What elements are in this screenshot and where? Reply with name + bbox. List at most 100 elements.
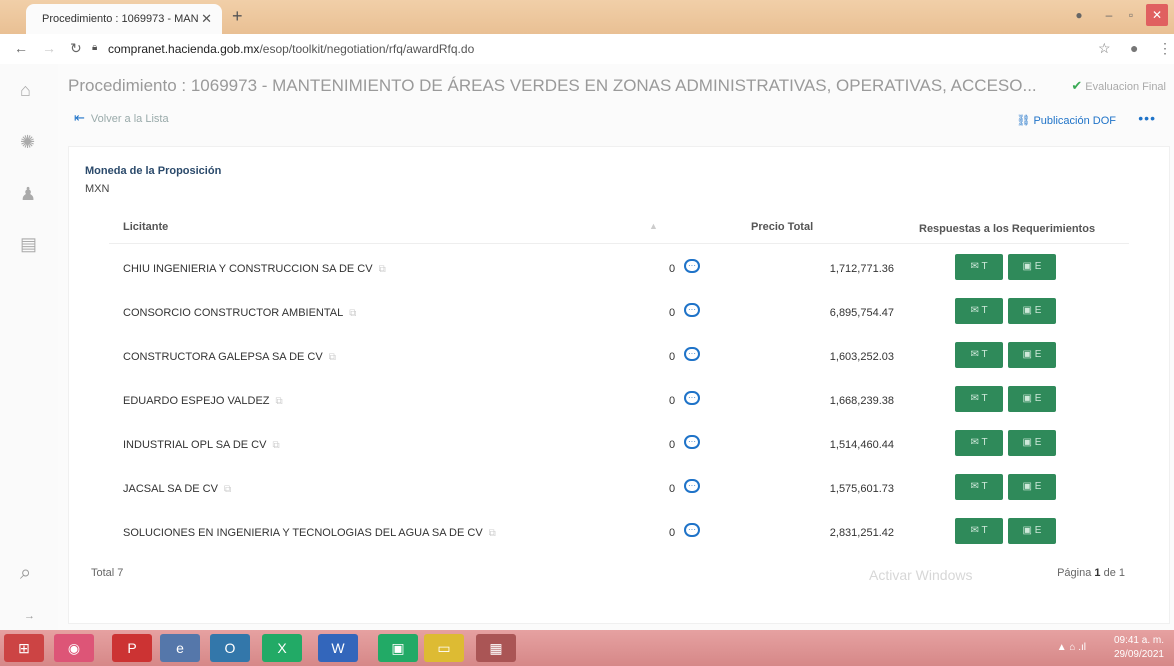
store-icon[interactable]: ▣ (378, 634, 418, 662)
close-tab-icon[interactable]: ✕ (201, 4, 212, 34)
start-button[interactable]: ⊞ (4, 634, 44, 662)
chart-icon: ✉ (970, 261, 982, 272)
file-explorer-icon[interactable]: ▭ (424, 634, 464, 662)
external-link-icon[interactable]: ⧉ (349, 308, 356, 319)
money-icon: ▣ (1022, 393, 1035, 404)
tab-title: Procedimiento : 1069973 - MAN (42, 13, 199, 25)
sort-icon[interactable]: ▲ (649, 221, 658, 231)
url-field[interactable]: compranet.hacienda.gob.mx/esop/toolkit/n… (108, 42, 474, 56)
bidder-name-text: CONSORCIO CONSTRUCTOR AMBIENTAL (123, 307, 344, 319)
pager-current: 1 (1094, 567, 1101, 579)
powerpoint-icon[interactable]: P (112, 634, 152, 662)
technical-response-button[interactable]: ✉ T (955, 518, 1003, 544)
external-link-icon[interactable]: ⧉ (224, 484, 231, 495)
maximize-icon[interactable]: ▫ (1120, 4, 1142, 26)
btn-e-label: E (1034, 437, 1042, 448)
bidder-name[interactable]: JACSAL SA DE CV ⧉ (123, 483, 231, 495)
economic-response-button[interactable]: ▣ E (1008, 254, 1056, 280)
bidder-name-text: INDUSTRIAL OPL SA DE CV (123, 439, 267, 451)
chat-icon[interactable]: ··· (684, 435, 700, 449)
chat-icon[interactable]: ··· (684, 347, 700, 361)
bidder-name[interactable]: CONSORCIO CONSTRUCTOR AMBIENTAL ⧉ (123, 307, 356, 319)
bidder-name[interactable]: CONSTRUCTORA GALEPSA SA DE CV ⧉ (123, 351, 336, 363)
economic-response-button[interactable]: ▣ E (1008, 430, 1056, 456)
chat-icon[interactable]: ··· (684, 259, 700, 273)
header-total-price[interactable]: Precio Total (751, 221, 813, 233)
external-link-icon[interactable]: ⧉ (276, 396, 283, 407)
browser-tab[interactable]: Procedimiento : 1069973 - MAN ✕ (26, 4, 222, 34)
external-link-icon[interactable]: ⧉ (329, 352, 336, 363)
table-row: CHIU INGENIERIA Y CONSTRUCCION SA DE CV ⧉… (109, 249, 1129, 293)
globe-icon[interactable]: ✺ (20, 132, 35, 153)
message-count: 0 (669, 395, 676, 407)
table-row: CONSTRUCTORA GALEPSA SA DE CV ⧉ 0 ··· 1,603,… (109, 337, 1129, 381)
window-close-icon[interactable]: ✕ (1146, 4, 1168, 26)
money-icon: ▣ (1022, 261, 1035, 272)
economic-response-button[interactable]: ▣ E (1008, 386, 1056, 412)
btn-t-label: T (981, 525, 988, 536)
economic-response-button[interactable]: ▣ E (1008, 518, 1056, 544)
economic-response-button[interactable]: ▣ E (1008, 474, 1056, 500)
technical-response-button[interactable]: ✉ T (955, 298, 1003, 324)
back-arrow-icon[interactable]: ← (14, 40, 28, 56)
chat-icon[interactable]: ··· (684, 479, 700, 493)
pagination: Página 1 de 1 (1057, 567, 1125, 579)
external-link-icon[interactable]: ⧉ (489, 528, 496, 539)
outlook-icon[interactable]: O (210, 634, 250, 662)
economic-response-button[interactable]: ▣ E (1008, 342, 1056, 368)
publicacion-label: Publicación DOF (1033, 115, 1116, 127)
users-icon[interactable]: ♟ (20, 184, 36, 205)
reload-icon[interactable]: ↻ (70, 40, 82, 57)
forward-arrow-icon[interactable]: → (42, 40, 56, 56)
total-count: Total 7 (91, 567, 124, 579)
system-tray-icon[interactable]: ▲ ⌂ .ıl (1057, 642, 1086, 653)
technical-response-button[interactable]: ✉ T (955, 254, 1003, 280)
menu-dots-icon[interactable]: ⋮ (1158, 40, 1172, 57)
minimize-icon[interactable]: – (1098, 4, 1120, 26)
technical-response-button[interactable]: ✉ T (955, 474, 1003, 500)
documents-icon[interactable]: ▤ (20, 234, 37, 255)
excel-icon[interactable]: X (262, 634, 302, 662)
chat-icon[interactable]: ··· (684, 391, 700, 405)
bidder-name[interactable]: CHIU INGENIERIA Y CONSTRUCCION SA DE CV ⧉ (123, 263, 386, 275)
left-sidebar: ⌂ ✺ ♟ ▤ ⌕ → (0, 64, 59, 630)
chrome-icon[interactable]: ◉ (54, 634, 94, 662)
search-icon[interactable]: ⌕ (20, 562, 31, 585)
bidder-name[interactable]: INDUSTRIAL OPL SA DE CV ⧉ (123, 439, 280, 451)
publicacion-dof-link[interactable]: ⛓ Publicación DOF (1016, 114, 1116, 127)
btn-t-label: T (981, 437, 988, 448)
chart-icon: ✉ (970, 481, 982, 492)
bidder-name-text: JACSAL SA DE CV (123, 483, 218, 495)
header-bidder[interactable]: Licitante (123, 221, 168, 233)
ie-icon[interactable]: e (160, 634, 200, 662)
header-responses: Respuestas a los Requerimientos (919, 223, 1096, 235)
total-price: 1,514,460.44 (829, 439, 894, 451)
profile-icon[interactable]: ● (1068, 4, 1090, 26)
check-icon: ✔ (1071, 78, 1083, 93)
bidder-name[interactable]: SOLUCIONES EN INGENIERIA Y TECNOLOGIAS D… (123, 527, 496, 539)
star-icon[interactable]: ☆ (1098, 40, 1111, 57)
browser-tab-bar: Procedimiento : 1069973 - MAN ✕ + ● – ▫ … (0, 0, 1174, 34)
back-label: Volver a la Lista (90, 113, 169, 125)
external-link-icon[interactable]: ⧉ (379, 264, 386, 275)
technical-response-button[interactable]: ✉ T (955, 386, 1003, 412)
winrar-icon[interactable]: ▦ (476, 634, 516, 662)
external-link-icon[interactable]: ⧉ (272, 440, 279, 451)
technical-response-button[interactable]: ✉ T (955, 430, 1003, 456)
word-icon[interactable]: W (318, 634, 358, 662)
message-count: 0 (669, 351, 676, 363)
technical-response-button[interactable]: ✉ T (955, 342, 1003, 368)
expand-arrow-icon[interactable]: → (24, 610, 35, 622)
bidder-name[interactable]: EDUARDO ESPEJO VALDEZ ⧉ (123, 395, 283, 407)
chat-icon[interactable]: ··· (684, 303, 700, 317)
clock[interactable]: 09:41 a. m. 29/09/2021 (1114, 634, 1164, 662)
economic-response-button[interactable]: ▣ E (1008, 298, 1056, 324)
user-icon[interactable]: ● (1130, 40, 1138, 56)
chart-icon: ✉ (970, 349, 982, 360)
back-to-list-link[interactable]: ⇤ Volver a la Lista (74, 110, 169, 126)
new-tab-icon[interactable]: + (232, 6, 243, 27)
clock-date: 29/09/2021 (1113, 649, 1164, 660)
more-options-icon[interactable]: ••• (1138, 110, 1156, 126)
chat-icon[interactable]: ··· (684, 523, 700, 537)
home-icon[interactable]: ⌂ (20, 80, 31, 101)
